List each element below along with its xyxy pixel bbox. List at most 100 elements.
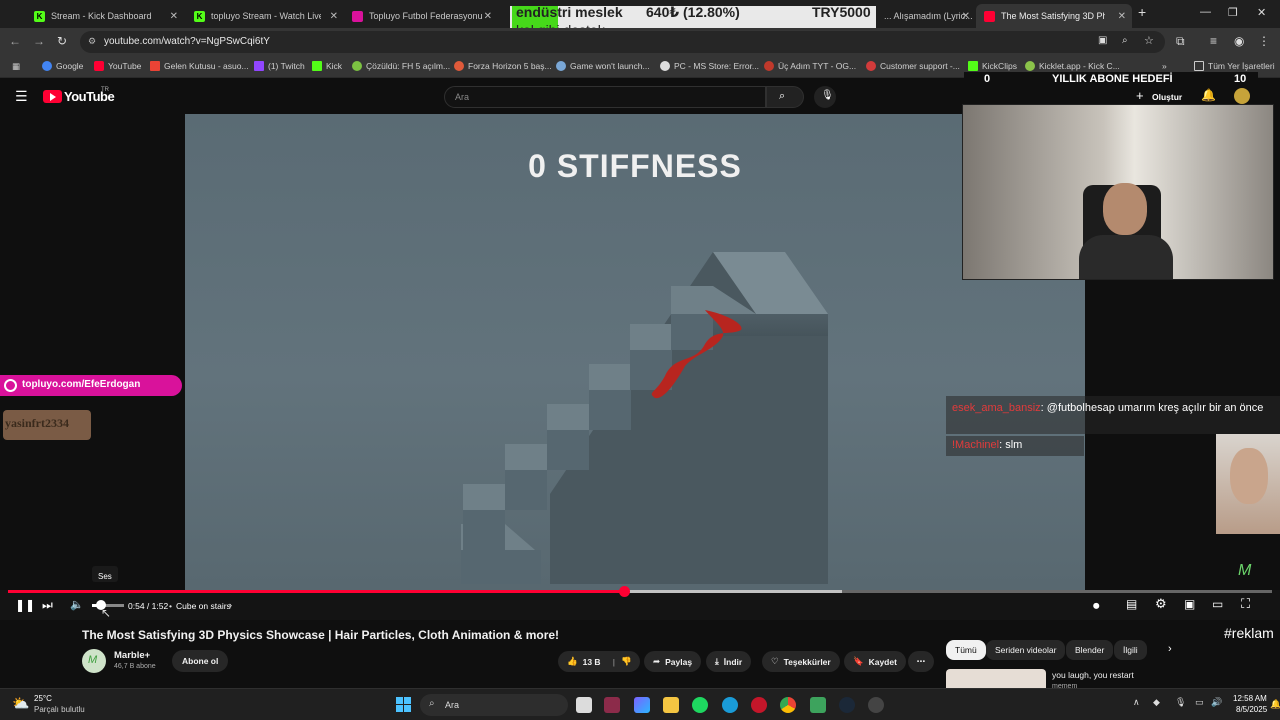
task-view-icon[interactable] (576, 697, 592, 713)
tray-expand-icon[interactable]: ∧ (1133, 697, 1140, 708)
next-video-title[interactable]: you laugh, you restart (1052, 670, 1134, 680)
search-button[interactable]: ⌕ (766, 86, 804, 108)
bookmark-gmail[interactable]: Gelen Kutusu - asuo... (150, 61, 249, 71)
theater-mode-icon[interactable]: ▭ (1212, 597, 1223, 611)
autoplay-toggle-icon[interactable]: ⏺ (1093, 598, 1100, 614)
channel-name[interactable]: Marble+ (114, 650, 150, 661)
forward-icon[interactable]: → (33, 34, 45, 48)
display-icon[interactable]: ▭ (1195, 697, 1204, 708)
tray-app-icon[interactable]: ◆ (1153, 697, 1160, 708)
tab-lyrics[interactable]: ... Alışamadım (Lyric... ✕ (876, 4, 976, 28)
chip-series[interactable]: Seriden videolar (986, 640, 1066, 660)
close-icon[interactable]: ✕ (330, 11, 338, 22)
bookmark-kick[interactable]: Kick (312, 61, 342, 71)
apps-icon[interactable]: ▦ (12, 61, 20, 72)
thumbs-up-icon[interactable]: 👍 (567, 656, 578, 667)
tab-kick-dashboard[interactable]: K Stream - Kick Dashboard ✕ (26, 4, 184, 28)
site-info-icon[interactable]: ⚙ (88, 36, 96, 47)
opera-gx-icon[interactable] (751, 697, 767, 713)
search-input[interactable]: Ara (444, 86, 766, 108)
voice-search-button[interactable]: 🎙 (814, 86, 836, 108)
bookmark-steam[interactable]: Game won't launch... (556, 61, 650, 71)
zoom-icon[interactable]: ⌕ (1122, 35, 1128, 46)
chip-related[interactable]: İlgili (1114, 640, 1147, 660)
like-count[interactable]: 13 B (583, 657, 601, 667)
bookmark-youtube[interactable]: YouTube (94, 61, 141, 71)
notification-icon[interactable]: 🔔 (1270, 699, 1280, 710)
bookmark-support[interactable]: Customer support -... (866, 61, 960, 71)
edge-icon[interactable] (722, 697, 738, 713)
reload-icon[interactable]: ↻ (57, 34, 67, 48)
chevron-right-icon[interactable]: › (1168, 643, 1172, 655)
hamburger-menu-icon[interactable]: ☰ (15, 88, 28, 105)
bookmark-kicklet[interactable]: Kicklet.app - Kick C... (1025, 61, 1120, 71)
subtitles-icon[interactable]: ▤ (1126, 597, 1137, 611)
bookmark-star-icon[interactable]: ☆ (1144, 34, 1154, 47)
bookmark-ms-store[interactable]: PC - MS Store: Error... (660, 61, 759, 71)
share-button[interactable]: ➦ Paylaş (644, 651, 702, 672)
chip-blender[interactable]: Blender (1066, 640, 1114, 660)
taskbar-search-box[interactable]: ⌕ Ara (420, 694, 568, 716)
media-icon[interactable]: ≡ (1210, 34, 1217, 48)
fullscreen-icon[interactable]: ⛶ (1241, 596, 1250, 612)
next-video-thumbnail[interactable] (946, 669, 1046, 688)
speaker-icon[interactable]: 🔊 (1211, 697, 1222, 708)
tab-topluyo-futbol[interactable]: Topluyo Futbol Federasyonu ✕ (344, 4, 498, 28)
bookmark-tyt[interactable]: Üç Adım TYT - OG... (764, 61, 856, 71)
notifications-bell-icon[interactable]: 🔔 (1201, 88, 1216, 102)
miniplayer-icon[interactable]: ▣ (1184, 597, 1195, 611)
subscribe-button[interactable]: Abone ol (172, 650, 229, 672)
extensions-icon[interactable]: ⧉ (1176, 34, 1185, 49)
volume-icon[interactable]: 🔈 (70, 598, 84, 611)
all-bookmarks[interactable]: Tüm Yer İşaretleri (1194, 61, 1275, 71)
windows-start-icon[interactable] (396, 697, 412, 713)
close-icon[interactable]: ✕ (1118, 11, 1126, 22)
clock-time[interactable]: 12:58 AM (1233, 694, 1267, 703)
video-player[interactable]: 0 STIFFNESS (185, 114, 1085, 590)
file-explorer-icon[interactable] (663, 697, 679, 713)
close-icon[interactable]: ✕ (484, 11, 492, 22)
more-bookmarks-icon[interactable]: » (1162, 61, 1167, 71)
close-icon[interactable]: ✕ (962, 11, 970, 22)
more-actions-button[interactable]: ⋯ (908, 651, 934, 672)
window-close-icon[interactable]: ✕ (1257, 6, 1266, 19)
new-tab-icon[interactable]: + (1138, 4, 1146, 20)
progress-scrubber[interactable] (618, 586, 630, 597)
address-bar[interactable]: ⚙ youtube.com/watch?v=NgPSwCqi6tY ▣ ⌕ ☆ (80, 31, 1165, 53)
microphone-icon[interactable]: 🎙 (1175, 697, 1186, 708)
clock-date[interactable]: 8/5/2025 (1236, 705, 1267, 714)
progress-bar[interactable] (8, 586, 1272, 597)
app-streamlabs-icon[interactable] (810, 697, 826, 713)
bookmark-fh5-solved[interactable]: Çözüldü: FH 5 açılm... (352, 61, 450, 71)
pause-icon[interactable]: ❚❚ (15, 598, 35, 612)
thanks-button[interactable]: ♡ Teşekkürler (762, 651, 840, 672)
obs-icon[interactable] (868, 697, 884, 713)
back-icon[interactable]: ← (9, 34, 21, 48)
settings-gear-icon[interactable]: ⚙ (1155, 596, 1167, 612)
download-button[interactable]: ⤓ İndir (706, 651, 752, 672)
save-button[interactable]: 🔖 Kaydet (844, 651, 906, 672)
tab-topluyo-stream[interactable]: K topluyo Stream - Watch Live on ✕ (186, 4, 344, 28)
weather-icon[interactable]: ⛅ (12, 695, 29, 712)
thumbs-down-icon[interactable]: 👎 (621, 656, 632, 667)
bookmark-twitch[interactable]: (1) Twitch (254, 61, 305, 71)
next-icon[interactable]: ⏭ (42, 598, 53, 613)
chapter-title[interactable]: Cube on stairs (176, 601, 231, 611)
tab-youtube-active[interactable]: The Most Satisfying 3D Ph... ✕ (976, 4, 1132, 28)
copilot-icon[interactable] (634, 697, 650, 713)
chip-all[interactable]: Tümü (946, 640, 986, 660)
chrome-icon[interactable] (780, 697, 796, 713)
maximize-icon[interactable]: ❐ (1228, 6, 1238, 19)
close-icon[interactable]: ✕ (170, 11, 178, 22)
chevron-right-icon[interactable]: › (229, 600, 232, 610)
menu-icon[interactable]: ⋮ (1258, 34, 1270, 48)
bookmark-google[interactable]: Google (42, 61, 83, 71)
channel-avatar[interactable]: M (82, 649, 106, 673)
install-icon[interactable]: ▣ (1098, 35, 1107, 46)
minimize-icon[interactable]: — (1200, 6, 1211, 18)
bookmark-kickclips[interactable]: KickClips (968, 61, 1017, 71)
avatar[interactable] (1234, 88, 1250, 104)
youtube-logo-icon[interactable] (43, 90, 62, 103)
app-v-icon[interactable] (604, 697, 620, 713)
profile-icon[interactable]: ◉ (1234, 34, 1244, 48)
